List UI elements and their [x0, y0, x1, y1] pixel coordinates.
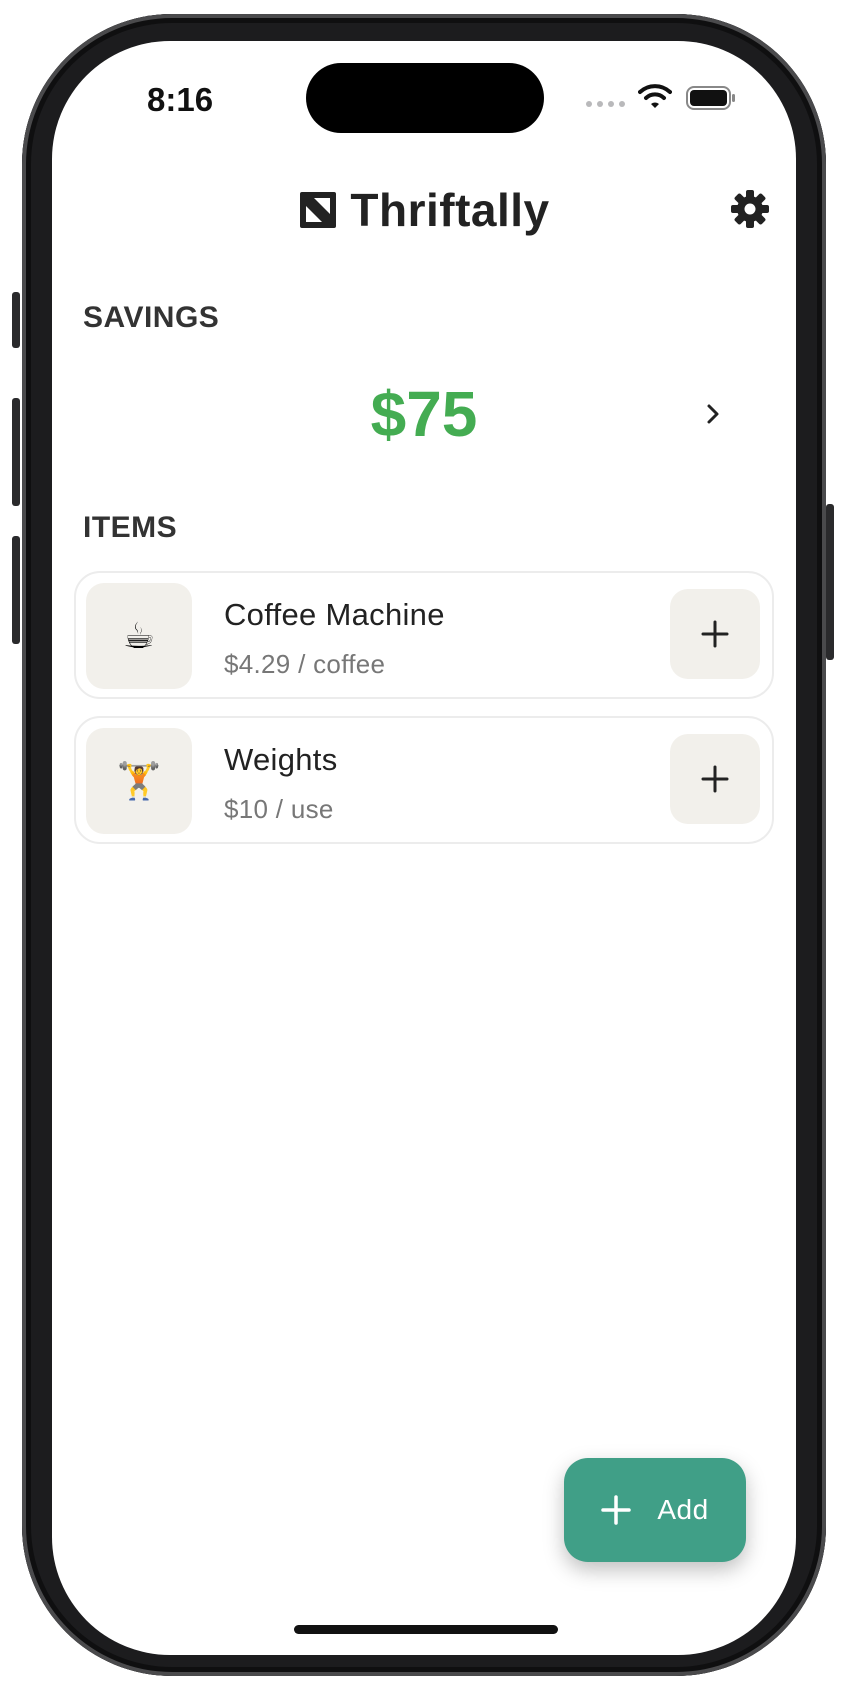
savings-label: SAVINGS [83, 301, 220, 334]
wifi-icon [638, 84, 672, 108]
gear-icon[interactable] [730, 189, 770, 229]
app-screen: 8:16 Thriftally SAVINGS $75 ITEMS ☕ Coff… [52, 41, 796, 1655]
coffee-icon: ☕ [86, 583, 192, 689]
app-header: Thriftally [52, 183, 796, 237]
battery-icon [686, 86, 735, 110]
chevron-right-icon[interactable] [702, 399, 724, 429]
status-time: 8:16 [147, 81, 214, 118]
volume-down-button [12, 536, 20, 644]
add-button-label: Add [657, 1494, 709, 1525]
add-use-button[interactable] [670, 589, 760, 679]
item-name: Weights [224, 742, 338, 777]
list-item[interactable]: ☕ Coffee Machine $4.29 / coffee [74, 571, 774, 699]
dynamic-island [306, 63, 544, 133]
item-name: Coffee Machine [224, 597, 445, 632]
items-label: ITEMS [83, 511, 178, 544]
plus-icon [701, 765, 729, 793]
item-price: $10 / use [224, 794, 334, 824]
add-item-button[interactable]: Add [564, 1458, 746, 1562]
home-indicator[interactable] [294, 1625, 558, 1634]
cellular-signal-icon [586, 101, 625, 107]
power-button [826, 504, 834, 660]
list-item[interactable]: 🏋️ Weights $10 / use [74, 716, 774, 844]
plus-icon [601, 1495, 632, 1525]
add-use-button[interactable] [670, 734, 760, 824]
app-title: Thriftally [350, 184, 550, 236]
item-price: $4.29 / coffee [224, 649, 386, 679]
app-logo-icon [300, 192, 337, 228]
mute-switch [12, 292, 20, 348]
plus-icon [701, 620, 729, 648]
weightlifter-icon: 🏋️ [86, 728, 192, 834]
volume-up-button [12, 398, 20, 506]
savings-amount[interactable]: $75 [52, 377, 796, 451]
